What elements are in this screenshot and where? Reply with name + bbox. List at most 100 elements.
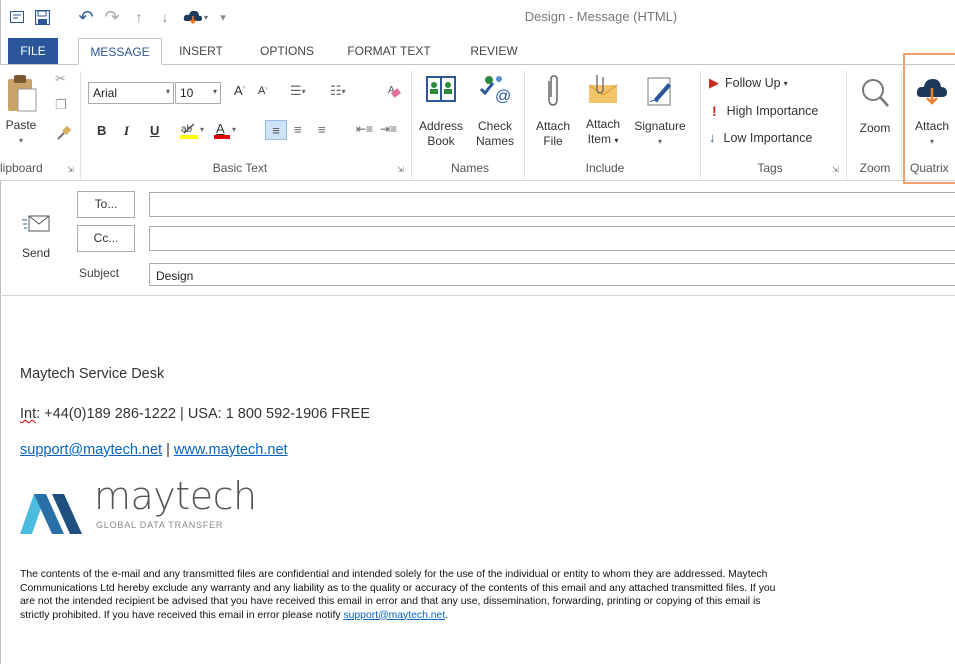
svg-text:@: @ xyxy=(495,88,511,105)
highlight-color-icon[interactable]: ab ▾ xyxy=(180,121,208,139)
chevron-down-icon: ▾ xyxy=(657,137,662,146)
font-size-combo[interactable]: 10 ▾ xyxy=(175,82,221,104)
customize-icon[interactable]: ▾ xyxy=(215,8,231,26)
format-painter-icon[interactable] xyxy=(56,125,72,141)
send-icon xyxy=(22,215,50,232)
attach-file-button[interactable]: Attach File xyxy=(530,75,576,149)
address-book-button[interactable]: Address Book xyxy=(416,75,466,149)
font-color-icon[interactable]: A ▾ xyxy=(214,121,242,139)
separator xyxy=(700,71,701,179)
spelling-flag-int: Int xyxy=(20,406,37,422)
cc-field[interactable] xyxy=(149,226,955,251)
basic-text-group-label: Basic Text xyxy=(212,161,268,175)
cc-button[interactable]: Cc... xyxy=(77,225,135,252)
logo-tagline: GLOBAL DATA TRANSFER xyxy=(96,520,224,530)
cut-icon[interactable]: ✂ xyxy=(55,71,66,87)
signature-phone-numbers: : +44(0)189 286-1222 | USA: 1 800 592-19… xyxy=(36,406,370,422)
italic-button[interactable]: I xyxy=(124,123,129,139)
message-body[interactable]: Maytech Service Desk Int: +44(0)189 286-… xyxy=(0,296,955,664)
address-book-label-1: Address xyxy=(418,119,464,133)
font-name-combo[interactable]: Arial ▾ xyxy=(88,82,174,104)
to-field[interactable] xyxy=(149,192,955,217)
decrease-indent-icon[interactable]: ⇤≡ xyxy=(356,122,373,136)
separator xyxy=(524,71,525,179)
font-name-value: Arial xyxy=(93,86,118,100)
attach-file-label-1: Attach xyxy=(535,119,571,133)
tags-launcher-icon[interactable]: ⇲ xyxy=(832,165,839,174)
svg-text:▾: ▾ xyxy=(204,13,208,22)
bullets-icon[interactable]: ☰ ▾ xyxy=(290,83,306,99)
clipboard-launcher-icon[interactable]: ⇲ xyxy=(67,165,74,174)
high-importance-label: High Importance xyxy=(726,104,819,118)
maytech-logo-mark xyxy=(20,494,82,534)
increase-indent-icon[interactable]: ⇥≡ xyxy=(380,122,397,136)
redo-icon[interactable]: ↷ xyxy=(103,7,121,27)
undo-icon[interactable]: ↶ xyxy=(77,7,95,27)
tags-group-label: Tags xyxy=(757,161,783,175)
chevron-down-icon: ▾ xyxy=(212,87,217,96)
address-book-icon xyxy=(426,76,456,102)
tab-review[interactable]: REVIEW xyxy=(462,38,526,65)
support-email-link[interactable]: support@maytech.net xyxy=(20,442,162,458)
disclaimer-end: . xyxy=(445,609,449,621)
shrink-font-icon[interactable]: Aˇ xyxy=(258,85,268,97)
attach-cloud-icon[interactable]: ▾ xyxy=(181,8,211,26)
high-importance-button[interactable]: ! High Importance xyxy=(709,103,818,119)
send-button[interactable]: Send xyxy=(8,206,64,270)
check-names-icon: @ xyxy=(479,76,511,105)
tab-options[interactable]: OPTIONS xyxy=(250,38,324,65)
tab-message[interactable]: MESSAGE xyxy=(78,38,162,65)
chevron-down-icon: ▾ xyxy=(929,137,934,146)
basic-text-launcher-icon[interactable]: ⇲ xyxy=(397,165,404,174)
attach-item-button[interactable]: Attach Item ▾ xyxy=(578,73,628,148)
tab-insert[interactable]: INSERT xyxy=(172,38,230,65)
attach-item-label-2-wrap: Item ▾ xyxy=(578,132,628,148)
logo-wordmark: maytech xyxy=(94,474,257,518)
outlook-icon[interactable] xyxy=(9,8,25,26)
up-icon[interactable]: ↑ xyxy=(131,8,147,26)
chevron-down-icon: ▾ xyxy=(614,136,619,145)
follow-up-label: Follow Up xyxy=(725,76,781,90)
disclaimer-support-link[interactable]: support@maytech.net xyxy=(343,610,445,621)
clear-formatting-icon[interactable]: A xyxy=(386,83,402,99)
signature-button[interactable]: Signature ▾ xyxy=(628,75,692,149)
low-importance-button[interactable]: ↓ Low Importance xyxy=(709,130,812,145)
attach-item-icon xyxy=(588,75,618,103)
zoom-button[interactable]: Zoom xyxy=(852,77,898,136)
separator xyxy=(411,71,412,179)
grow-font-icon[interactable]: Aˆ xyxy=(234,83,245,98)
title-bar: ↶ ↷ ↑ ↓ ▾ ▾ Design - Message (HTML) xyxy=(0,0,955,34)
bold-button[interactable]: B xyxy=(97,123,106,138)
subject-field[interactable]: Design xyxy=(149,263,955,286)
chevron-down-icon: ▾ xyxy=(783,78,788,88)
low-importance-label: Low Importance xyxy=(723,130,813,145)
down-arrow-icon: ↓ xyxy=(709,130,716,145)
quatrix-attach-button[interactable]: Attach ▾ xyxy=(906,75,955,149)
save-icon[interactable] xyxy=(33,8,51,26)
paste-button[interactable]: Paste ▾ xyxy=(0,73,44,148)
to-button[interactable]: To... xyxy=(77,191,135,218)
follow-up-button[interactable]: ▶ Follow Up ▾ xyxy=(709,75,788,91)
maytech-logo: maytech GLOBAL DATA TRANSFER xyxy=(20,474,260,540)
align-right-icon[interactable]: ≡ xyxy=(318,122,326,137)
link-separator: | xyxy=(162,442,174,458)
check-names-button[interactable]: @ Check Names xyxy=(470,75,520,149)
paste-label: Paste xyxy=(5,118,37,132)
underline-button[interactable]: U xyxy=(150,123,159,138)
check-names-label-2: Names xyxy=(475,134,514,148)
align-center-icon[interactable]: ≡ xyxy=(294,122,302,137)
align-left-icon[interactable]: ≡ xyxy=(265,120,287,140)
copy-icon[interactable]: ❐ xyxy=(55,97,67,113)
down-icon[interactable]: ↓ xyxy=(157,8,173,26)
subject-label: Subject xyxy=(79,266,120,280)
numbering-icon[interactable]: ☷ ▾ xyxy=(330,83,346,99)
svg-text:▾: ▾ xyxy=(232,125,236,134)
attach-file-label-2: File xyxy=(543,134,563,148)
cloud-attach-icon xyxy=(916,79,947,105)
quatrix-group-label: Quatrix xyxy=(910,161,949,175)
tab-file[interactable]: FILE xyxy=(8,38,58,65)
website-link[interactable]: www.maytech.net xyxy=(174,442,288,458)
tab-format-text[interactable]: FORMAT TEXT xyxy=(337,38,441,65)
svg-text:▾: ▾ xyxy=(200,125,204,134)
quatrix-attach-label: Attach xyxy=(914,119,950,133)
